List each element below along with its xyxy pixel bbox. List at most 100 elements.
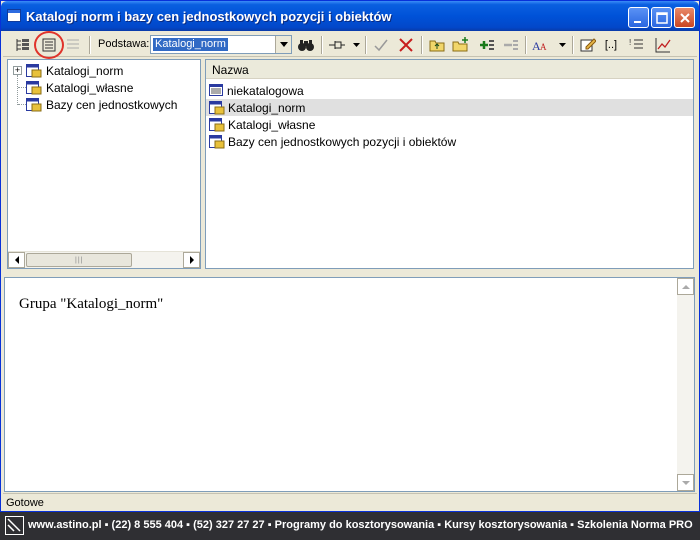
astino-logo-icon xyxy=(5,516,24,535)
scroll-left-button[interactable] xyxy=(8,252,25,268)
toolbar-separator xyxy=(365,36,367,54)
delete-button[interactable] xyxy=(396,35,416,55)
column-header-nazwa[interactable]: Nazwa xyxy=(206,60,693,79)
maximize-icon xyxy=(656,12,668,24)
tree-line xyxy=(17,75,18,105)
add-item-icon xyxy=(480,40,494,50)
pin-button[interactable] xyxy=(327,35,347,55)
scroll-up-button[interactable] xyxy=(677,278,694,295)
font-icon: AA xyxy=(532,39,547,52)
footer-banner: www.astino.pl ▪ (22) 8 555 404 ▪ (52) 32… xyxy=(0,512,700,540)
group-description: Grupa "Katalogi_norm" xyxy=(19,296,164,312)
footer-contact-text: www.astino.pl ▪ (22) 8 555 404 ▪ (52) 32… xyxy=(28,519,693,531)
toolbar: Podstawa: Katalogi_norm A A [..] ! xyxy=(3,32,697,57)
main-window: Katalogi norm i bazy cen jednostkowych p… xyxy=(0,0,700,512)
list-item-label: Katalogi_własne xyxy=(228,117,316,132)
tree-item-label: Katalogi_własne xyxy=(46,80,134,95)
app-icon xyxy=(7,9,21,22)
font-button[interactable]: AA xyxy=(531,35,551,55)
numbered-list-button[interactable]: ! xyxy=(627,35,647,55)
scroll-right-button[interactable] xyxy=(183,252,200,268)
close-button[interactable] xyxy=(674,7,695,28)
tree-item-katalogi-wlasne[interactable]: Katalogi_własne xyxy=(26,79,133,96)
catalog-icon xyxy=(209,117,225,131)
list-item-label: Bazy cen jednostkowych pozycji i obiektó… xyxy=(228,134,457,149)
details-panel[interactable]: Grupa "Katalogi_norm" xyxy=(4,277,695,492)
list-item-label: Katalogi_norm xyxy=(228,100,306,115)
search-button[interactable] xyxy=(296,35,316,55)
remove-item-button[interactable] xyxy=(501,35,521,55)
list-item[interactable]: niekatalogowa xyxy=(206,82,693,99)
podstawa-combo[interactable]: Katalogi_norm xyxy=(150,35,292,54)
chevron-down-icon xyxy=(353,42,360,47)
tree-item-bazy-cen[interactable]: Bazy cen jednostkowych xyxy=(26,96,177,113)
tree-item-label: Bazy cen jednostkowych xyxy=(46,97,178,112)
details-vertical-scrollbar[interactable] xyxy=(677,278,694,491)
accept-button[interactable] xyxy=(371,35,391,55)
podstawa-value: Katalogi_norm xyxy=(153,38,228,51)
delete-x-icon xyxy=(399,38,413,52)
list-item-label: niekatalogowa xyxy=(227,83,304,98)
list-item[interactable]: Katalogi_własne xyxy=(206,116,693,133)
maximize-button[interactable] xyxy=(651,7,672,28)
list-item[interactable]: Bazy cen jednostkowych pozycji i obiektó… xyxy=(206,133,693,150)
chevron-right-icon xyxy=(189,256,194,264)
highlight-annotation xyxy=(34,31,64,59)
status-bar: Gotowe xyxy=(3,493,697,511)
minimize-icon xyxy=(634,21,641,23)
title-bar[interactable]: Katalogi norm i bazy cen jednostkowych p… xyxy=(1,1,699,31)
toolbar-separator xyxy=(321,36,323,54)
remove-item-icon xyxy=(504,40,518,50)
tree-line xyxy=(18,87,26,88)
folder-up-icon xyxy=(429,40,445,52)
toolbar-separator xyxy=(89,36,91,54)
numbered-list-icon: ! xyxy=(629,38,643,49)
column-header-label: Nazwa xyxy=(212,63,249,77)
podstawa-label: Podstawa: xyxy=(98,38,150,50)
tree-panel[interactable]: + Katalogi_norm Katalogi_własne Bazy cen… xyxy=(7,59,201,269)
chart-icon xyxy=(655,38,671,53)
status-text: Gotowe xyxy=(6,497,44,509)
catalog-icon xyxy=(26,80,42,94)
close-icon xyxy=(680,13,690,23)
toolbar-separator xyxy=(572,36,574,54)
list-panel[interactable]: Nazwa niekatalogowa Katalogi_norm Katalo… xyxy=(205,59,694,269)
scroll-down-button[interactable] xyxy=(677,474,694,491)
font-dropdown-button[interactable] xyxy=(553,35,573,55)
tree-line xyxy=(18,104,26,105)
pin-icon xyxy=(329,41,345,49)
tree-horizontal-scrollbar[interactable]: ||| xyxy=(8,251,200,268)
table-icon xyxy=(209,84,223,96)
list-item[interactable]: Katalogi_norm xyxy=(206,99,693,116)
pin-dropdown-button[interactable] xyxy=(347,35,367,55)
svg-text:!: ! xyxy=(629,38,631,47)
tree-item-katalogi-norm[interactable]: Katalogi_norm xyxy=(26,62,123,79)
catalog-icon xyxy=(26,97,42,111)
chevron-up-icon xyxy=(681,284,690,289)
toolbar-separator xyxy=(525,36,527,54)
check-icon xyxy=(374,39,388,52)
bracket-button[interactable]: [..] xyxy=(601,35,621,55)
tree-view-icon xyxy=(16,39,29,51)
catalog-icon xyxy=(209,100,225,114)
edit-button[interactable] xyxy=(578,35,598,55)
chevron-down-icon xyxy=(681,480,690,485)
add-item-button[interactable] xyxy=(477,35,497,55)
new-folder-icon xyxy=(452,37,468,52)
chart-button[interactable] xyxy=(653,35,673,55)
binoculars-icon xyxy=(298,40,314,51)
tree-item-label: Katalogi_norm xyxy=(46,63,124,78)
new-folder-button[interactable] xyxy=(451,35,471,55)
window-title: Katalogi norm i bazy cen jednostkowych p… xyxy=(26,9,392,24)
combo-dropdown-button[interactable] xyxy=(275,36,291,53)
scroll-thumb[interactable]: ||| xyxy=(26,253,132,267)
catalog-icon xyxy=(209,134,225,148)
tree-view-button[interactable] xyxy=(13,35,33,55)
minimize-button[interactable] xyxy=(628,7,649,28)
edit-pencil-icon xyxy=(580,38,596,52)
chevron-down-icon xyxy=(279,42,288,47)
up-folder-button[interactable] xyxy=(427,35,447,55)
expand-toggle[interactable]: + xyxy=(13,66,22,75)
details-view-button[interactable] xyxy=(63,35,83,55)
chevron-down-icon xyxy=(559,42,566,47)
